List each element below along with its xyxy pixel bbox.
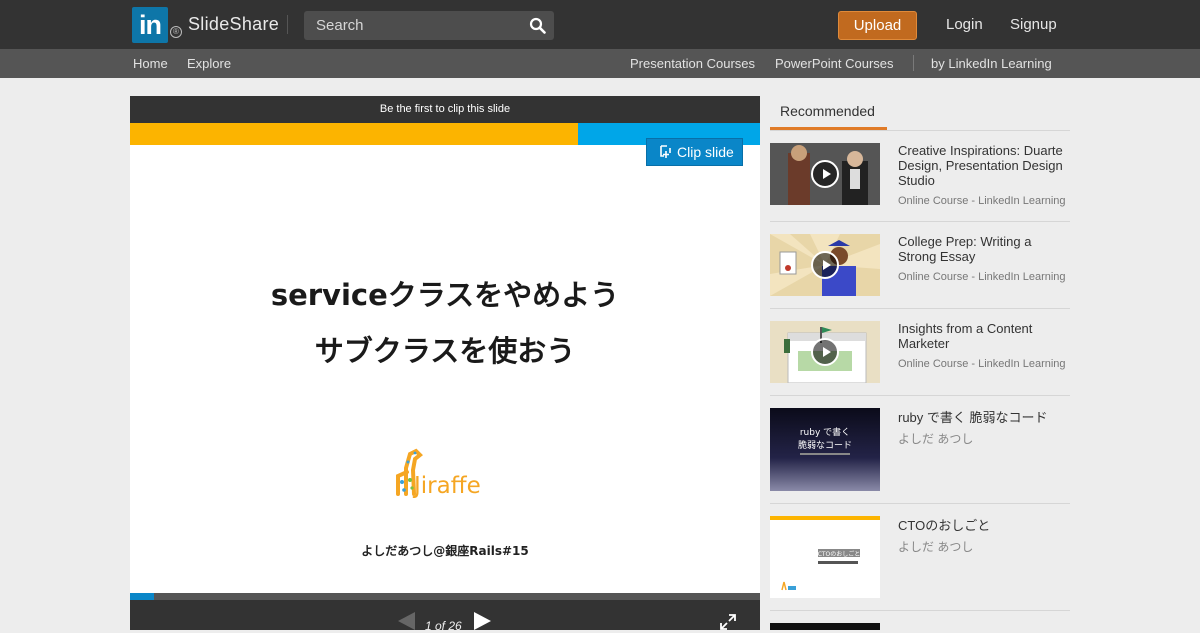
slide-progress-bar[interactable] [130,593,760,600]
slide-title-line-1: serviceクラスをやめよう [270,278,620,312]
recommended-author[interactable]: よしだ あつし [898,430,973,447]
recommended-subtitle: Online Course - LinkedIn Learning [898,195,1066,207]
clip-slide-button[interactable]: Clip slide [646,138,743,166]
jiraffe-logo: Jiraffe [396,448,481,499]
nav-powerpoint-courses[interactable]: PowerPoint Courses [775,56,894,71]
header-divider [287,15,288,34]
previous-slide-icon[interactable] [398,612,415,630]
registered-mark: ® [170,26,182,38]
fullscreen-icon[interactable] [720,614,736,630]
tab-recommended[interactable]: Recommended [770,96,887,130]
search-box [304,11,554,40]
recommended-subtitle: Online Course - LinkedIn Learning [898,271,1066,283]
thumb-text-line-2: 脆弱なコード [798,439,852,451]
clip-slide-label: Clip slide [677,144,734,160]
jiraffe-logo-word: Jiraffe [412,473,481,499]
recommended-title[interactable]: Insights from a Content Marketer [898,321,1070,351]
slide-player: Be the first to clip this slide Clip sli… [130,96,760,633]
player-controls: 1 of 26 [130,600,760,633]
item-separator [770,395,1070,396]
clip-banner: Be the first to clip this slide [130,96,760,123]
recommended-author[interactable]: よしだ あつし [898,538,973,555]
slide-title-line-2: サブクラスを使おう [314,334,576,368]
nav-home[interactable]: Home [133,56,168,71]
nav-explore[interactable]: Explore [187,56,231,71]
item-separator [770,221,1070,222]
course-thumbnail[interactable] [770,143,880,205]
next-slide-icon[interactable] [474,612,491,630]
recommended-title[interactable]: CTOのおしごと [898,518,1070,533]
thumb-label: CTOのおしごと [818,550,861,558]
recommended-subtitle: Online Course - LinkedIn Learning [898,358,1066,370]
login-link[interactable]: Login [946,16,983,33]
slide-footer-text: よしだあつし@銀座Rails#15 [361,544,529,558]
play-icon [811,160,839,188]
play-icon [811,251,839,279]
subnav-divider [913,55,914,71]
course-thumbnail[interactable] [770,234,880,296]
item-separator [770,503,1070,504]
slide-stripe-yellow [130,123,578,145]
recommended-title[interactable]: ruby で書く 脆弱なコード [898,410,1070,425]
recommended-title[interactable]: College Prep: Writing a Strong Essay [898,234,1070,264]
page-indicator: 1 of 26 [425,619,462,633]
nav-linkedin-learning[interactable]: by LinkedIn Learning [931,56,1052,71]
thumb-text-line-1: ruby で書く [800,426,850,438]
linkedin-logo[interactable]: in [132,7,168,43]
course-thumbnail[interactable] [770,321,880,383]
item-separator [770,308,1070,309]
recommended-title[interactable]: Creative Inspirations: Duarte Design, Pr… [898,143,1070,188]
item-separator [770,610,1070,611]
slide-thumbnail[interactable]: CTOのおしごと [770,516,880,598]
search-icon[interactable] [529,17,546,34]
nav-presentation-courses[interactable]: Presentation Courses [630,56,755,71]
signup-link[interactable]: Signup [1010,16,1057,33]
slide-progress-fill [130,593,154,600]
secondary-navigation-bar: Home Explore Presentation Courses PowerP… [0,49,1200,78]
slide-thumbnail[interactable] [770,623,880,630]
upload-button[interactable]: Upload [838,11,917,40]
recommended-divider [770,130,1070,131]
brand-name[interactable]: SlideShare [188,14,279,35]
clip-icon [660,145,671,158]
top-navigation-bar: in ® SlideShare Upload Login Signup [0,0,1200,49]
slide-thumbnail[interactable]: ruby で書く 脆弱なコード [770,408,880,491]
search-input[interactable] [304,11,524,40]
play-icon [811,338,839,366]
